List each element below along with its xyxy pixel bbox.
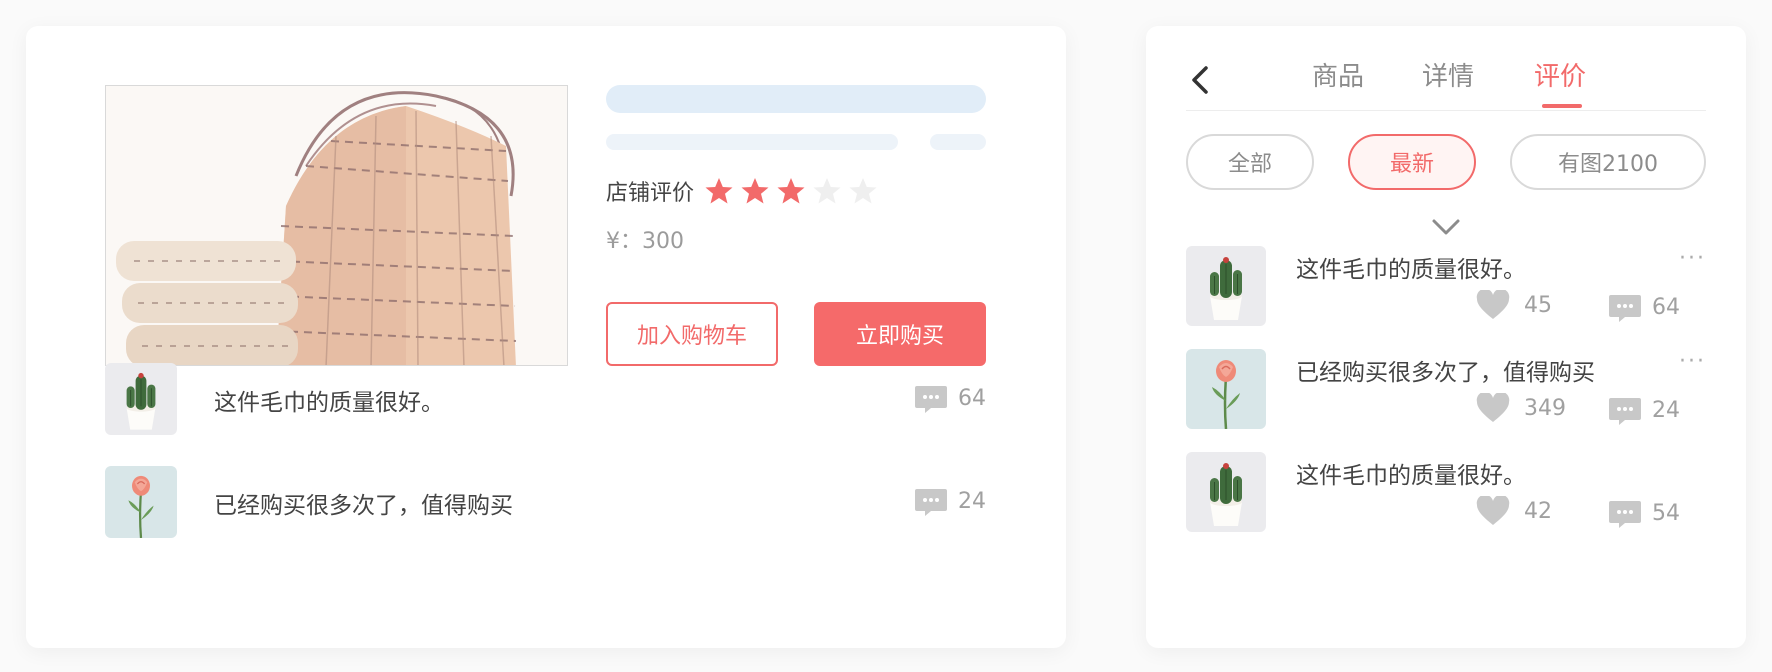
list-item[interactable]: 这件毛巾的质量很好。 64 <box>105 363 986 435</box>
comment-icon <box>914 484 948 518</box>
review-text: 已经购买很多次了，值得购买 <box>214 493 513 519</box>
like-button[interactable]: 349 <box>1476 391 1566 423</box>
comment-count-value: 54 <box>1652 500 1680 526</box>
subtitle-skeleton-short <box>930 134 986 150</box>
comment-count-value: 64 <box>1652 294 1680 320</box>
review-text: 这件毛巾的质量很好。 <box>1296 463 1526 489</box>
review-text: 这件毛巾的质量很好。 <box>214 390 444 416</box>
star-empty-icon <box>849 178 877 204</box>
reviews-panel: 商品 详情 评价 全部 最新 有图2100 这件毛巾的质量很好。 ··· 45 … <box>1146 26 1746 648</box>
heart-icon <box>1476 494 1510 526</box>
tab-goods[interactable]: 商品 <box>1312 56 1364 93</box>
product-card: 店铺评价 ¥：300 加入购物车 立即购买 这件毛巾的质量很好。 64 已经购买… <box>26 26 1066 648</box>
rating-stars <box>704 176 884 206</box>
tab-bar: 商品 详情 评价 <box>1146 56 1746 116</box>
comment-icon <box>1608 496 1642 530</box>
like-button[interactable]: 42 <box>1476 494 1552 526</box>
cactus-thumbnail <box>1186 246 1266 326</box>
product-image[interactable] <box>105 85 568 366</box>
comment-count-value: 24 <box>958 488 986 514</box>
heart-icon <box>1476 288 1510 320</box>
comment-count[interactable]: 24 <box>914 484 986 518</box>
star-filled-icon <box>777 178 805 204</box>
heart-icon <box>1476 391 1510 423</box>
active-tab-indicator <box>1542 104 1582 108</box>
list-item[interactable]: 已经购买很多次了，值得购买 24 <box>105 466 986 538</box>
cactus-thumbnail <box>105 363 177 435</box>
more-options-icon[interactable]: ··· <box>1679 349 1706 374</box>
comment-count-value: 64 <box>958 385 986 411</box>
filter-latest-button[interactable]: 最新 <box>1348 134 1476 190</box>
star-filled-icon <box>741 178 769 204</box>
list-item[interactable]: 已经购买很多次了，值得购买 ··· 349 24 <box>1186 349 1706 431</box>
rating-label: 店铺评价 <box>606 181 695 206</box>
star-filled-icon <box>705 178 733 204</box>
tab-reviews[interactable]: 评价 <box>1534 56 1586 93</box>
add-to-cart-button[interactable]: 加入购物车 <box>606 302 778 366</box>
list-item[interactable]: 这件毛巾的质量很好。 ··· 45 64 <box>1186 246 1706 328</box>
comment-count[interactable]: 64 <box>914 381 986 415</box>
like-count: 42 <box>1524 498 1552 524</box>
comment-button[interactable]: 24 <box>1608 393 1680 427</box>
comment-button[interactable]: 54 <box>1608 496 1680 530</box>
rose-thumbnail <box>105 466 177 538</box>
cactus-thumbnail <box>1186 452 1266 532</box>
comment-icon <box>914 381 948 415</box>
rose-thumbnail <box>1186 349 1266 429</box>
chevron-down-icon[interactable] <box>1428 214 1464 240</box>
tab-detail[interactable]: 详情 <box>1422 56 1474 93</box>
like-button[interactable]: 45 <box>1476 288 1552 320</box>
more-options-icon[interactable]: ··· <box>1679 246 1706 271</box>
shop-rating: 店铺评价 <box>606 174 884 208</box>
subtitle-skeleton <box>606 134 898 150</box>
review-text: 已经购买很多次了，值得购买 <box>1296 360 1595 386</box>
list-item[interactable]: 这件毛巾的质量很好。 42 54 <box>1186 452 1706 534</box>
buy-now-button[interactable]: 立即购买 <box>814 302 986 366</box>
comment-button[interactable]: 64 <box>1608 290 1680 324</box>
like-count: 349 <box>1524 395 1566 421</box>
comment-icon <box>1608 290 1642 324</box>
towel-illustration <box>106 86 567 365</box>
title-skeleton <box>606 85 986 113</box>
tab-divider <box>1186 110 1706 111</box>
product-price: ¥：300 <box>606 229 684 254</box>
like-count: 45 <box>1524 292 1552 318</box>
review-text: 这件毛巾的质量很好。 <box>1296 257 1526 283</box>
comment-count-value: 24 <box>1652 397 1680 423</box>
filter-all-button[interactable]: 全部 <box>1186 134 1314 190</box>
comment-icon <box>1608 393 1642 427</box>
filter-with-images-button[interactable]: 有图2100 <box>1510 134 1706 190</box>
star-empty-icon <box>813 178 841 204</box>
